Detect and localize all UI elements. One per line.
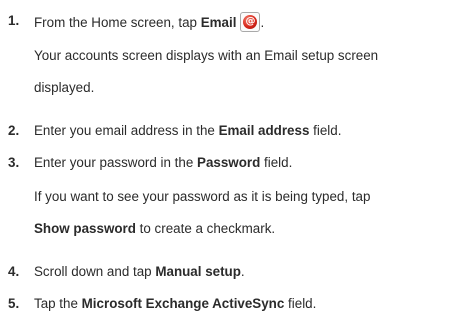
step-5-text: Tap the Microsoft Exchange ActiveSync fi… xyxy=(34,296,317,311)
step-2-bold: Email address xyxy=(218,123,310,138)
step-2-number: 2. xyxy=(8,123,20,138)
step-1-bold: Email xyxy=(200,15,237,30)
step-1-text-before: From the Home screen, tap xyxy=(34,15,201,30)
step-5-number: 5. xyxy=(8,296,20,311)
step-4-text: Scroll down and tap Manual setup. xyxy=(34,264,245,279)
email-app-icon: @ xyxy=(240,12,261,32)
step-2-text: Enter you email address in the Email add… xyxy=(34,123,342,138)
step-1-text: From the Home screen, tap Email @. xyxy=(34,12,264,32)
step-1-note-line-1: Your accounts screen displays with an Em… xyxy=(34,48,379,63)
step-3-bold: Password xyxy=(197,155,261,170)
step-1-text-after: . xyxy=(260,15,265,30)
step-5-bold: Microsoft Exchange ActiveSync xyxy=(81,296,285,311)
step-1-number: 1. xyxy=(8,13,20,28)
step-3-note-bold: Show password xyxy=(34,221,136,236)
step-3-text: Enter your password in the Password fiel… xyxy=(34,155,293,170)
step-4-bold: Manual setup xyxy=(155,264,241,279)
instruction-steps: 1. From the Home screen, tap Email @. You… xyxy=(0,0,464,316)
step-3-note-line-1: If you want to see your password as it i… xyxy=(34,189,371,204)
step-1-note-line-2: displayed. xyxy=(34,80,95,95)
step-3-note-line-2: Show password to create a checkmark. xyxy=(34,221,276,236)
step-3-number: 3. xyxy=(8,155,20,170)
step-4-number: 4. xyxy=(8,264,20,279)
